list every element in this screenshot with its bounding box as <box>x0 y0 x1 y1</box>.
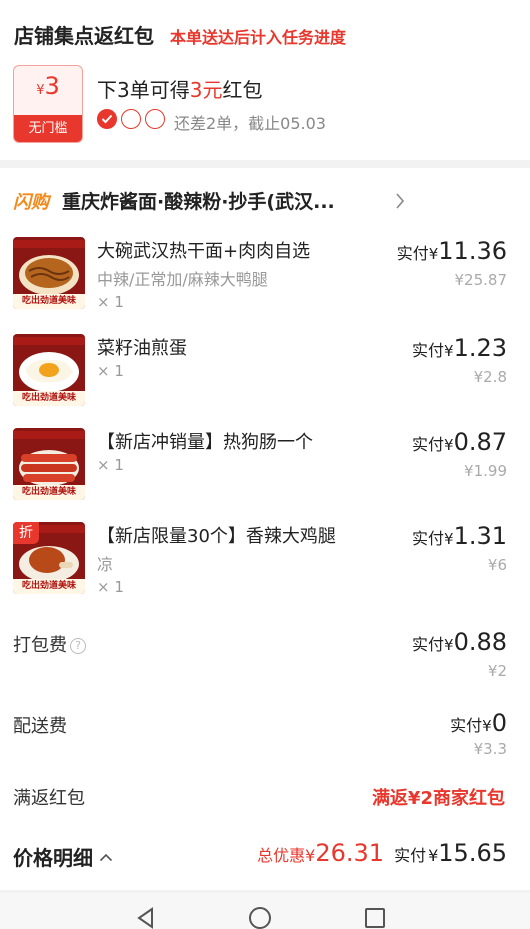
item-thumbnail[interactable]: 吃出劲道美味 <box>13 428 85 500</box>
actual-value: 1.31 <box>453 522 507 550</box>
packing-fee-row: 打包费? 实付¥0.88 ¥2 <box>0 628 530 688</box>
yen-symbol: ¥ <box>428 846 439 865</box>
item-actual-price: 实付¥1.31 <box>412 522 507 550</box>
coupon-tag: 无门槛 <box>14 115 82 142</box>
item-actual-price: 实付¥11.36 <box>397 237 507 265</box>
refund-row: 满返红包 满返¥2商家红包 <box>0 784 530 814</box>
packing-fee-label: 打包费? <box>13 631 86 657</box>
shop-header[interactable]: 闪购 重庆炸酱面·酸辣粉·抄手(武汉... <box>0 186 530 216</box>
thumbnail-banner: 吃出劲道美味 <box>13 485 85 500</box>
system-nav-bar <box>0 893 530 929</box>
packing-fee-original: ¥2 <box>487 662 507 680</box>
coupon-yen: ¥ <box>36 83 45 98</box>
yen-symbol: ¥ <box>444 436 454 454</box>
actual-label: 实付 <box>412 529 445 548</box>
promo-note: 本单送达后计入任务进度 <box>170 28 347 47</box>
recents-square-icon[interactable] <box>362 905 388 929</box>
progress-dots <box>97 109 165 129</box>
actual-value: 1.23 <box>453 334 507 362</box>
item-thumbnail[interactable]: 吃出劲道美味 <box>13 237 85 309</box>
refund-label: 满返红包 <box>13 788 85 809</box>
item-original-price: ¥6 <box>487 556 507 574</box>
total-actual-value: 15.65 <box>438 839 507 867</box>
item-quantity: × 1 <box>97 578 124 596</box>
actual-label: 实付 <box>412 635 445 654</box>
delivery-fee-label: 配送费 <box>13 716 67 737</box>
progress-dot-empty <box>121 109 141 129</box>
actual-value: 0.87 <box>453 428 507 456</box>
item-name: 大碗武汉热干面+肉肉自选 <box>97 241 311 262</box>
item-actual-price: 实付¥0.87 <box>412 428 507 456</box>
actual-label: 实付 <box>396 244 429 263</box>
coupon-value: 3 <box>44 72 60 100</box>
flash-buy-tag: 闪购 <box>13 192 49 213</box>
actual-label: 实付 <box>412 435 445 454</box>
item-name: 【新店冲销量】热狗肠一个 <box>97 432 313 453</box>
yen-symbol: ¥ <box>428 245 439 263</box>
order-item: 吃出劲道美味 菜籽油煎蛋 × 1 实付¥1.23 ¥2.8 <box>0 334 530 414</box>
summary-totals: 总优惠¥26.31 实付 ¥15.65 <box>257 839 507 867</box>
item-name: 菜籽油煎蛋 <box>97 338 187 359</box>
price-details-label: 价格明细 <box>13 846 93 870</box>
refund-value: 满返¥2商家红包 <box>371 788 505 809</box>
packing-fee-actual: 实付¥0.88 <box>412 628 507 656</box>
item-spec: 中辣/正常加/麻辣大鸭腿 <box>97 270 268 289</box>
total-discount-label: 总优惠 <box>257 846 306 865</box>
chevron-right-icon[interactable] <box>394 191 406 211</box>
item-thumbnail[interactable]: 吃出劲道美味 <box>13 334 85 406</box>
actual-value: 0 <box>491 709 507 737</box>
yen-symbol: ¥ <box>305 846 316 865</box>
progress-dot-empty <box>145 109 165 129</box>
item-quantity: × 1 <box>97 293 124 311</box>
item-quantity: × 1 <box>97 456 124 474</box>
progress-dot-done <box>97 109 117 129</box>
yen-symbol: ¥ <box>482 717 492 735</box>
item-thumbnail[interactable]: 折 吃出劲道美味 <box>13 522 85 594</box>
promo-title: 店铺集点返红包 <box>14 24 154 48</box>
coupon-amount: ¥3 <box>14 72 82 100</box>
item-actual-price: 实付¥1.23 <box>412 334 507 362</box>
order-item: 折 吃出劲道美味 【新店限量30个】香辣大鸡腿 凉 × 1 实付¥1.31 ¥6 <box>0 522 530 602</box>
delivery-fee-original: ¥3.3 <box>473 740 507 758</box>
yen-symbol: ¥ <box>444 530 454 548</box>
progress-highlight: 3元 <box>189 78 223 102</box>
actual-value: 0.88 <box>453 628 507 656</box>
actual-value: 11.36 <box>438 237 507 265</box>
total-actual-label: 实付 <box>394 846 427 865</box>
progress-title: 下3单可得3元红包 <box>97 74 262 103</box>
item-spec: 凉 <box>97 555 114 574</box>
packing-fee-text: 打包费 <box>13 635 67 656</box>
chevron-up-icon <box>99 853 113 862</box>
check-icon <box>101 114 113 124</box>
progress-prefix: 下3单可得 <box>97 78 190 102</box>
delivery-fee-actual: 实付¥0 <box>450 709 507 737</box>
actual-label: 实付 <box>412 341 445 360</box>
back-triangle-icon[interactable] <box>133 905 159 929</box>
progress-suffix: 红包 <box>222 78 263 102</box>
thumbnail-banner: 吃出劲道美味 <box>13 294 85 309</box>
thumbnail-banner: 吃出劲道美味 <box>13 579 85 594</box>
price-details-toggle[interactable]: 价格明细 <box>13 842 113 871</box>
delivery-fee-row: 配送费 实付¥0 ¥3.3 <box>0 709 530 769</box>
order-item: 吃出劲道美味 【新店冲销量】热狗肠一个 × 1 实付¥0.87 ¥1.99 <box>0 428 530 508</box>
actual-label: 实付 <box>450 716 483 735</box>
question-circle-icon[interactable]: ? <box>70 638 86 654</box>
shop-name[interactable]: 重庆炸酱面·酸辣粉·抄手(武汉... <box>62 187 335 214</box>
item-original-price: ¥1.99 <box>464 462 507 480</box>
item-original-price: ¥2.8 <box>473 368 507 386</box>
progress-subtext: 还差2单，截止05.03 <box>174 114 326 133</box>
yen-symbol: ¥ <box>444 636 454 654</box>
item-name: 【新店限量30个】香辣大鸡腿 <box>97 526 336 547</box>
promo-card: 店铺集点返红包 本单送达后计入任务进度 ¥3 无门槛 下3单可得3元红包 还差2… <box>0 0 530 160</box>
home-circle-icon[interactable] <box>247 905 273 929</box>
coupon-badge: ¥3 无门槛 <box>13 65 83 143</box>
item-original-price: ¥25.87 <box>454 271 508 289</box>
discount-tag: 折 <box>13 522 39 544</box>
yen-symbol: ¥ <box>444 342 454 360</box>
order-item: 吃出劲道美味 大碗武汉热干面+肉肉自选 中辣/正常加/麻辣大鸭腿 × 1 实付¥… <box>0 237 530 317</box>
item-quantity: × 1 <box>97 362 124 380</box>
thumbnail-banner: 吃出劲道美味 <box>13 391 85 406</box>
total-discount-value: 26.31 <box>315 839 385 867</box>
